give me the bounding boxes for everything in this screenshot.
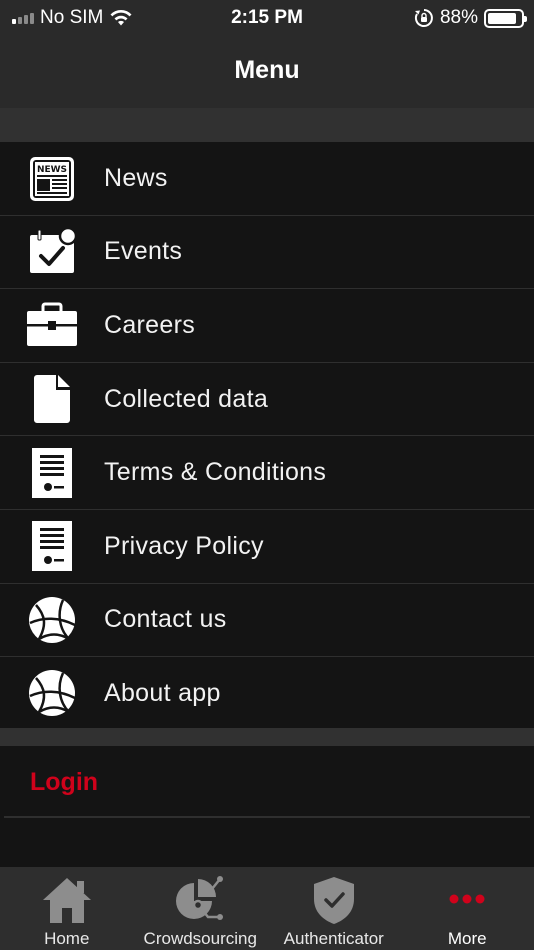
briefcase-icon — [0, 302, 104, 348]
menu-item-label: Events — [104, 237, 183, 266]
certificate-icon — [0, 447, 104, 499]
certificate-icon — [0, 520, 104, 572]
menu-item-label: About app — [104, 678, 221, 707]
menu-item-label: Privacy Policy — [104, 531, 264, 560]
tab-home[interactable]: Home — [0, 867, 134, 950]
tab-crowdsourcing[interactable]: Crowdsourcing — [134, 867, 268, 950]
newspaper-icon: NEWS — [0, 153, 104, 203]
network-globe-icon — [0, 668, 104, 718]
menu-item-collected-data[interactable]: Collected data — [0, 362, 534, 437]
menu-item-label: News — [104, 163, 168, 192]
tab-authenticator[interactable]: Authenticator — [267, 867, 401, 950]
login-label: Login — [30, 767, 99, 796]
menu-item-about-app[interactable]: About app — [0, 657, 534, 731]
network-globe-icon — [0, 595, 104, 645]
menu-item-terms-conditions[interactable]: Terms & Conditions — [0, 436, 534, 510]
home-icon — [42, 878, 91, 923]
battery-percent: 88% — [439, 7, 478, 28]
menu-item-label: Contact us — [104, 605, 227, 634]
section-spacer — [0, 728, 534, 746]
menu-item-contact-us[interactable]: Contact us — [0, 583, 534, 658]
menu-item-careers[interactable]: Careers — [0, 289, 534, 363]
menu-item-label: Collected data — [104, 384, 269, 413]
document-icon — [0, 374, 104, 424]
tab-label: More — [447, 929, 487, 948]
tab-label: Home — [44, 929, 90, 948]
tab-label: Authenticator — [283, 929, 384, 948]
page-title: Menu — [234, 56, 300, 84]
more-dots-icon — [449, 894, 485, 904]
tab-label: Crowdsourcing — [143, 929, 257, 948]
orientation-lock-icon — [414, 9, 433, 27]
menu-item-events[interactable]: Events — [0, 215, 534, 290]
battery-icon — [484, 8, 527, 28]
shield-check-icon — [313, 877, 354, 924]
menu-list: NEWS News Events Careers Collected data … — [0, 142, 534, 731]
menu-item-news[interactable]: NEWS News — [0, 142, 534, 216]
tab-more[interactable]: More — [401, 867, 534, 950]
menu-item-label: Careers — [104, 310, 196, 339]
nav-bar: Menu — [0, 36, 534, 108]
calendar-check-icon — [0, 228, 104, 275]
divider — [4, 816, 530, 818]
svg-text:NEWS: NEWS — [36, 165, 66, 175]
menu-item-privacy-policy[interactable]: Privacy Policy — [0, 509, 534, 584]
menu-item-label: Terms & Conditions — [104, 458, 327, 487]
section-spacer — [0, 108, 534, 142]
status-bar: No SIM 2:15 PM 88% — [0, 0, 534, 36]
login-button[interactable]: Login — [0, 746, 534, 818]
tab-bar: Home Crowdsourcing Authenticator More — [0, 867, 534, 950]
crowdsourcing-icon — [176, 876, 224, 920]
